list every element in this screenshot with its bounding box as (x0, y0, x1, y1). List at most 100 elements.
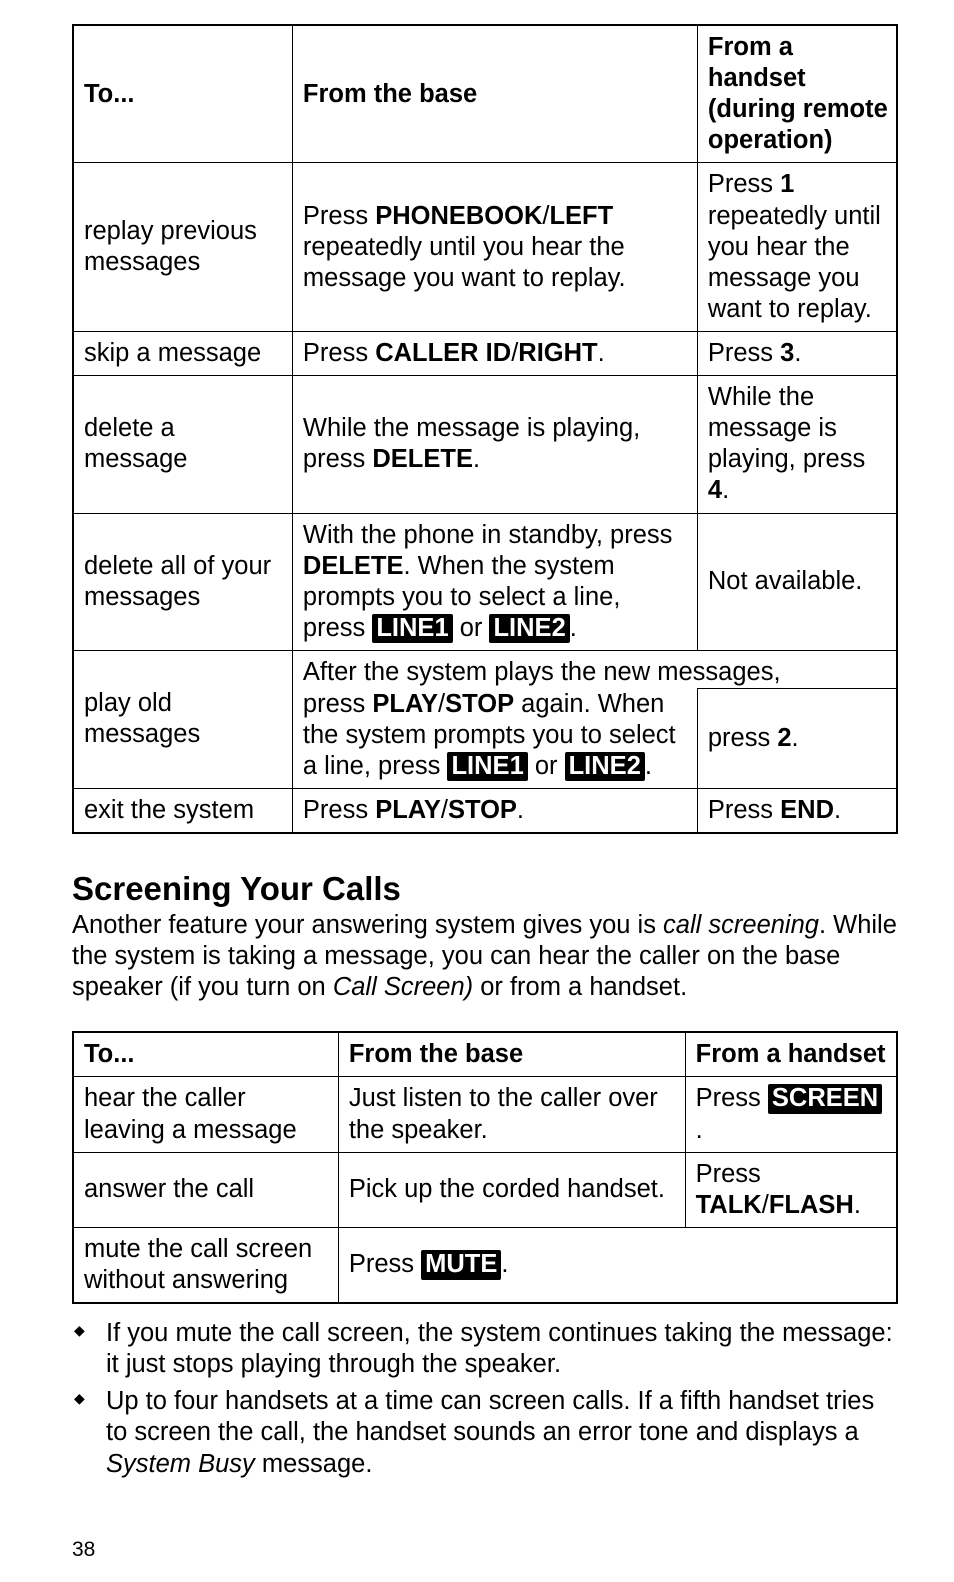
text: or from a handset. (473, 973, 687, 1001)
text: / (762, 1191, 769, 1219)
cell-handset: Press SCREEN. (685, 1077, 897, 1152)
button-label: LINE1 (372, 614, 452, 643)
list-item: If you mute the call screen, the system … (72, 1318, 898, 1380)
table-row: replay previous messages Press PHONEBOOK… (73, 163, 897, 332)
table-row: hear the caller leaving a message Just l… (73, 1077, 897, 1152)
key-label: STOP (445, 690, 514, 718)
table-header-row: To... From the base From a handset (73, 1032, 897, 1077)
button-label: MUTE (421, 1250, 501, 1279)
key-label: STOP (448, 796, 517, 824)
key-label: 3 (780, 339, 794, 367)
text: . (645, 752, 652, 780)
text: / (441, 796, 448, 824)
cell-base: Pick up the corded handset. (338, 1152, 685, 1227)
cell-handset: Press TALK/FLASH. (685, 1152, 897, 1227)
th-from-base: From the base (338, 1032, 685, 1077)
cell-handset: While the message is playing, press 4. (697, 376, 897, 513)
key-label: PHONEBOOK (375, 202, 542, 230)
text: Press (708, 170, 780, 198)
key-label: DELETE (372, 445, 473, 473)
text: repeatedly until you hear the message yo… (303, 233, 626, 292)
cell-handset: press 2. (697, 689, 897, 789)
text: . (834, 796, 841, 824)
key-label: 1 (780, 170, 794, 198)
text: Press (303, 202, 375, 230)
key-label: PLAY (372, 690, 438, 718)
text: . (598, 339, 605, 367)
text: . (517, 796, 524, 824)
table-row: exit the system Press PLAY/STOP. Press E… (73, 788, 897, 833)
text: or (528, 752, 565, 780)
text: Press (708, 796, 780, 824)
text: . (473, 445, 480, 473)
key-label: PLAY (375, 796, 441, 824)
text: Press (708, 339, 780, 367)
table-row: play old messages After the system plays… (73, 650, 897, 688)
table-row: delete all of your messages With the pho… (73, 513, 897, 650)
cell-base: Just listen to the caller over the speak… (338, 1077, 685, 1152)
section-heading: Screening Your Calls (72, 870, 898, 908)
cell-base: Press CALLER ID/RIGHT. (292, 331, 697, 375)
text: or (453, 614, 490, 642)
cell-handset: Press 3. (697, 331, 897, 375)
text: Another feature your answering system gi… (72, 911, 663, 939)
cell-to: delete a message (73, 376, 292, 513)
text: . (501, 1250, 508, 1278)
cell-to: delete all of your messages (73, 513, 292, 650)
text: Press (696, 1084, 768, 1112)
italic-term: Call Screen) (333, 973, 473, 1001)
bullet-list: If you mute the call screen, the system … (72, 1318, 898, 1480)
cell-to: replay previous messages (73, 163, 292, 332)
key-label: LEFT (549, 202, 613, 230)
cell-handset: Press END. (697, 788, 897, 833)
text: . (722, 476, 729, 504)
th-to: To... (73, 25, 292, 163)
table-row: skip a message Press CALLER ID/RIGHT. Pr… (73, 331, 897, 375)
text: press (303, 690, 372, 718)
italic-term: System Busy (106, 1450, 255, 1478)
list-item: Up to four handsets at a time can screen… (72, 1386, 898, 1479)
th-from-handset: From a handset (during remote operation) (697, 25, 897, 163)
text: . (794, 339, 801, 367)
text: . (854, 1191, 861, 1219)
cell-base: Press PLAY/STOP. (292, 788, 697, 833)
cell-base-span: After the system plays the new messages, (292, 650, 897, 688)
table-row: delete a message While the message is pl… (73, 376, 897, 513)
table-header-row: To... From the base From a handset (duri… (73, 25, 897, 163)
text: Press (303, 796, 375, 824)
key-label: 4 (708, 476, 722, 504)
text: While the message is playing, press (708, 383, 865, 473)
key-label: DELETE (303, 552, 404, 580)
page-number: 38 (72, 1538, 898, 1562)
key-label: RIGHT (518, 339, 597, 367)
text: repeatedly until you hear the message yo… (708, 202, 881, 323)
button-label: LINE2 (489, 614, 569, 643)
table-row: mute the call screen without answering P… (73, 1227, 897, 1303)
cell-to: mute the call screen without answering (73, 1227, 338, 1303)
cell-handset: Not available. (697, 513, 897, 650)
text: Press (349, 1250, 421, 1278)
operations-table-1: To... From the base From a handset (duri… (72, 24, 898, 834)
key-label: CALLER ID (375, 339, 511, 367)
text: Up to four handsets at a time can screen… (106, 1387, 874, 1446)
th-from-handset: From a handset (685, 1032, 897, 1077)
text: Press (303, 339, 375, 367)
text: Press (696, 1160, 761, 1188)
button-label: LINE2 (565, 752, 645, 781)
text: With the phone in standby, press (303, 521, 673, 549)
key-label: TALK (696, 1191, 762, 1219)
cell-base: With the phone in standby, press DELETE.… (292, 513, 697, 650)
button-label: SCREEN (768, 1084, 882, 1113)
cell-to: skip a message (73, 331, 292, 375)
key-label: 2 (777, 724, 791, 752)
text: . (696, 1116, 703, 1144)
th-from-base: From the base (292, 25, 697, 163)
cell-base: press PLAY/STOP again. When the system p… (292, 689, 697, 789)
page: To... From the base From a handset (duri… (0, 0, 954, 1582)
cell-to: hear the caller leaving a message (73, 1077, 338, 1152)
operations-table-2: To... From the base From a handset hear … (72, 1031, 898, 1304)
table-row: answer the call Pick up the corded hands… (73, 1152, 897, 1227)
key-label: FLASH (769, 1191, 854, 1219)
cell-to: exit the system (73, 788, 292, 833)
text: . (570, 614, 577, 642)
